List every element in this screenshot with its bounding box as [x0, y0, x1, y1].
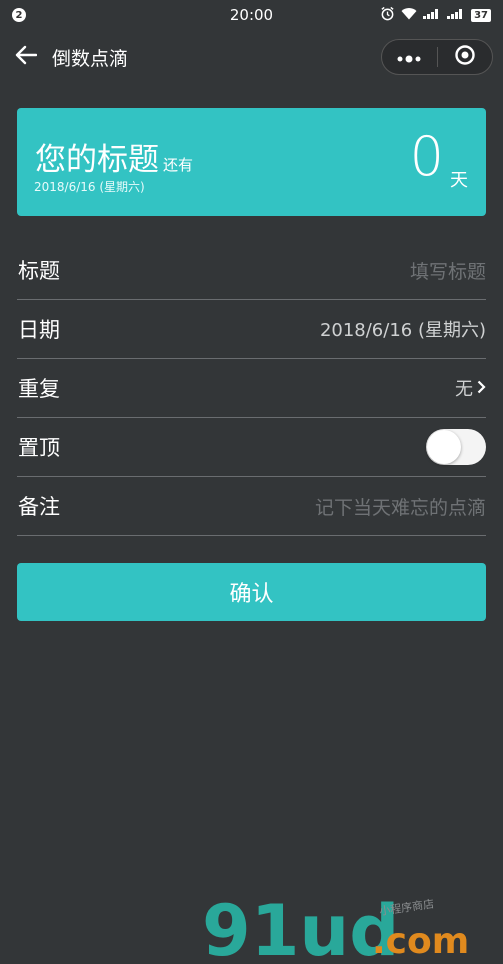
notification-badge: 2 [12, 8, 26, 22]
battery-icon: 37 [471, 8, 491, 22]
form-row-title[interactable]: 标题 填写标题 [17, 241, 486, 300]
days-count: 0 [409, 125, 444, 188]
date-label: 日期 [18, 318, 60, 342]
watermark-logo: 91ud .com 小程序商店 [200, 885, 500, 964]
capsule-menu [381, 39, 493, 75]
card-title-row: 您的标题 还有 [35, 134, 193, 179]
repeat-value: 无 [455, 379, 473, 400]
date-picker[interactable]: 2018/6/16 (星期六) [320, 316, 486, 342]
watermark-brand: 91ud [202, 890, 399, 960]
card-still-label: 还有 [163, 156, 194, 174]
note-label: 备注 [18, 495, 60, 519]
signal-icon [423, 7, 441, 23]
repeat-label: 重复 [18, 377, 60, 401]
note-input[interactable]: 记下当天难忘的点滴 [315, 493, 486, 520]
arrow-left-icon [15, 45, 38, 69]
watermark-domain: .com [372, 921, 469, 960]
wifi-icon [401, 7, 417, 24]
confirm-button[interactable]: 确认 [17, 563, 486, 621]
more-dots-icon [396, 48, 422, 67]
repeat-picker[interactable]: 无 [455, 375, 486, 401]
event-form: 标题 填写标题 日期 2018/6/16 (星期六) 重复 无 置顶 备注 记下… [17, 241, 486, 536]
countdown-card: 您的标题 还有 2018/6/16 (星期六) 0 天 [17, 108, 486, 216]
title-input[interactable]: 填写标题 [410, 257, 486, 284]
title-label: 标题 [18, 259, 60, 283]
form-row-repeat[interactable]: 重复 无 [17, 359, 486, 418]
nav-bar: 倒数点滴 [0, 30, 503, 84]
back-button[interactable] [0, 30, 52, 84]
form-row-pin: 置顶 [17, 418, 486, 477]
days-unit: 天 [450, 170, 468, 191]
target-circle-icon [454, 44, 476, 70]
status-bar: 2 20:00 37 [0, 0, 503, 30]
page-title: 倒数点滴 [52, 47, 129, 70]
card-title: 您的标题 [35, 142, 159, 178]
pin-label: 置顶 [18, 436, 60, 460]
alarm-icon [380, 6, 395, 25]
form-row-note[interactable]: 备注 记下当天难忘的点滴 [17, 477, 486, 536]
signal-icon [447, 7, 465, 23]
more-button[interactable] [382, 40, 437, 74]
card-date: 2018/6/16 (星期六) [34, 180, 145, 194]
form-row-date[interactable]: 日期 2018/6/16 (星期六) [17, 300, 486, 359]
close-miniprogram-button[interactable] [438, 40, 493, 74]
chevron-right-icon [477, 378, 486, 399]
toggle-knob [427, 430, 461, 464]
pin-toggle[interactable] [426, 429, 486, 465]
